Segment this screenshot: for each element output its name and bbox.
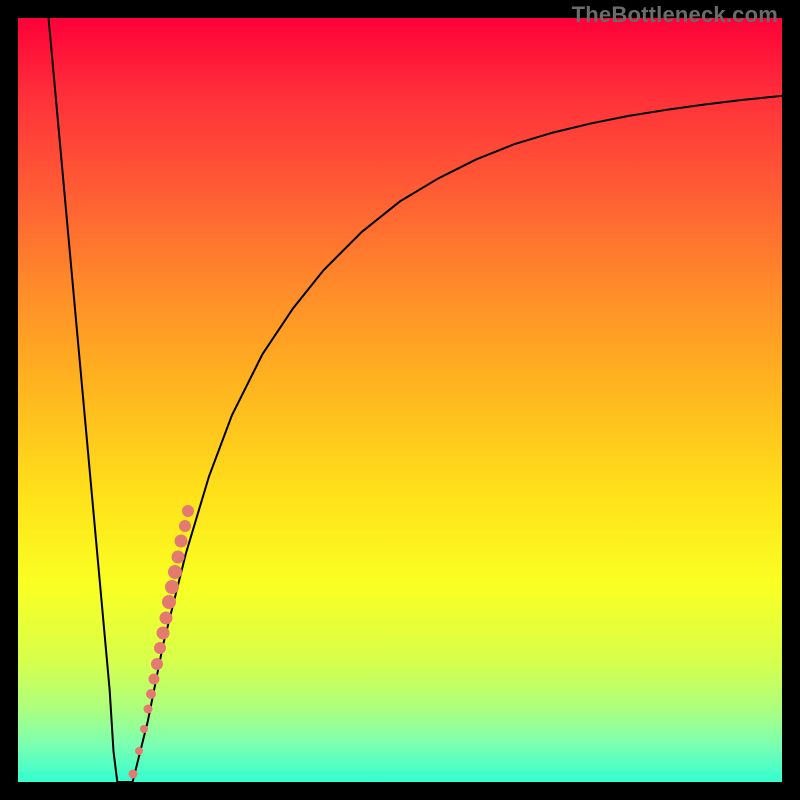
data-point (154, 642, 166, 654)
data-point (182, 505, 194, 517)
data-point (165, 580, 179, 594)
plot-area (18, 18, 782, 782)
data-point (172, 550, 185, 563)
data-point (175, 535, 188, 548)
data-point (157, 627, 170, 640)
data-point (135, 747, 143, 755)
bottleneck-curve (18, 18, 782, 782)
data-point (148, 673, 159, 684)
data-point (143, 705, 152, 714)
data-point (146, 689, 156, 699)
data-point (160, 611, 173, 624)
data-point (151, 658, 163, 670)
chart-frame: TheBottleneck.com (0, 0, 800, 800)
data-point (128, 770, 137, 779)
watermark-text: TheBottleneck.com (572, 2, 778, 28)
data-point (179, 520, 191, 532)
data-point (140, 725, 148, 733)
data-point (168, 565, 182, 579)
data-point (162, 595, 176, 609)
